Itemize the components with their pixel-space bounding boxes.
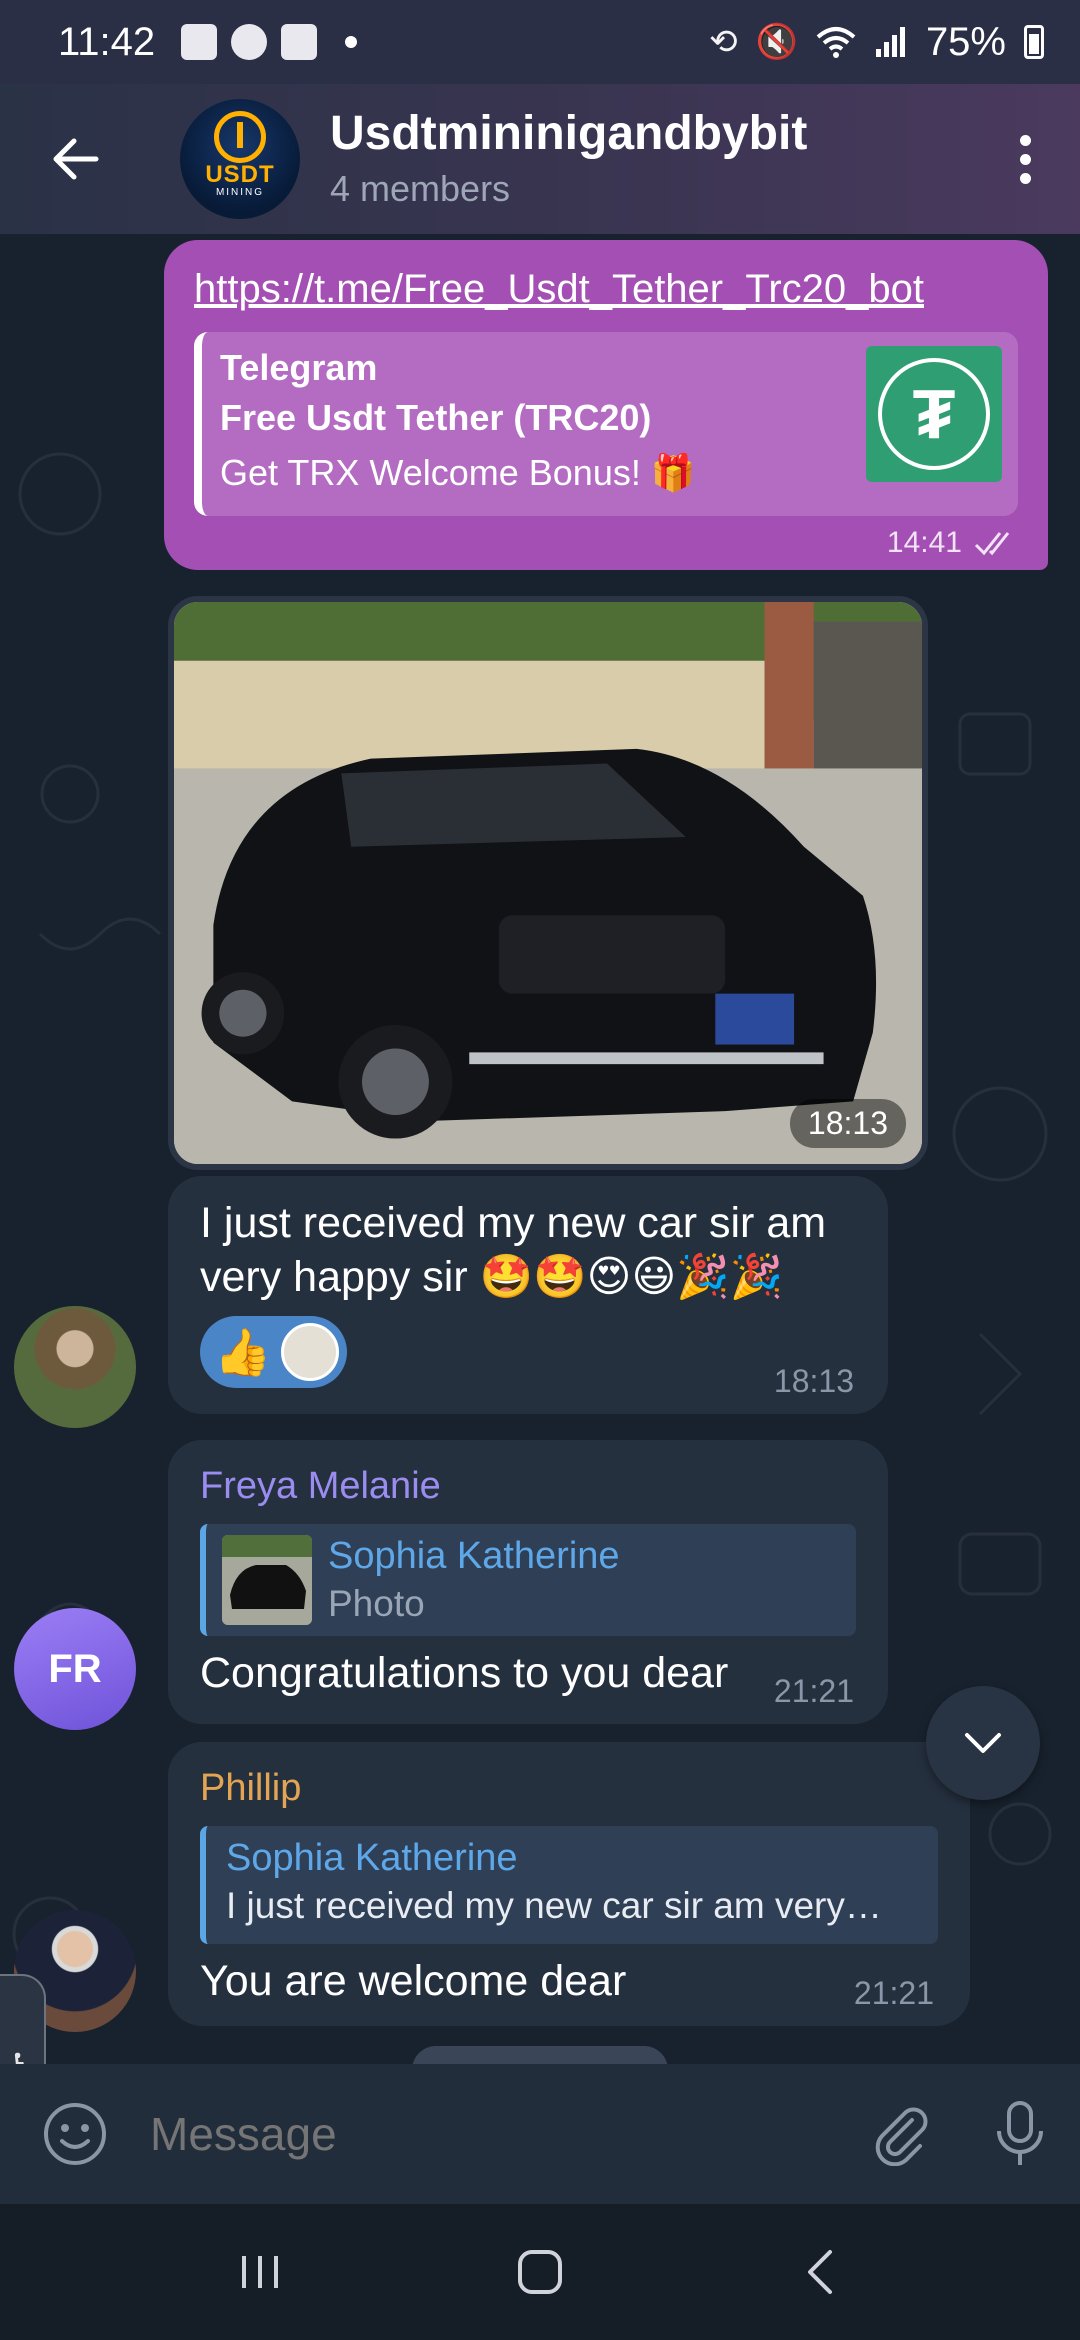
reply-content: Sophia Katherine Photo bbox=[328, 1532, 620, 1628]
recent-apps-icon bbox=[242, 2256, 278, 2288]
message-link[interactable]: https://t.me/Free_Usdt_Tether_Trc20_bot bbox=[194, 262, 1018, 316]
preview-thumbnail: ₮ bbox=[866, 346, 1002, 482]
reactor-avatar bbox=[281, 1323, 340, 1381]
notification-icons bbox=[181, 24, 358, 60]
reply-quote[interactable]: Sophia Katherine I just received my new … bbox=[200, 1826, 938, 1944]
dot bbox=[1019, 172, 1031, 184]
home-button[interactable] bbox=[480, 2222, 600, 2322]
chevron-down-icon bbox=[965, 1733, 1001, 1753]
battery-percent: 75% bbox=[925, 19, 1006, 64]
reply-snippet: Photo bbox=[328, 1583, 425, 1624]
emoji-button[interactable] bbox=[0, 2064, 150, 2204]
message-composer bbox=[0, 2064, 1080, 2204]
recent-apps-button[interactable] bbox=[200, 2222, 320, 2322]
smiley-icon bbox=[44, 2103, 106, 2165]
reply-snippet: I just received my new car sir am very… bbox=[226, 1885, 882, 1926]
date-chip bbox=[412, 2046, 668, 2064]
group-avatar[interactable]: USDT MINING bbox=[180, 99, 300, 219]
incoming-message[interactable]: I just received my new car sir am very h… bbox=[168, 1176, 888, 1414]
link-preview[interactable]: Telegram Free Usdt Tether (TRC20) Get TR… bbox=[194, 332, 1018, 516]
message-text: Congratulations to you dear bbox=[200, 1649, 729, 1697]
car-thumbnail bbox=[222, 1535, 312, 1625]
nav-back-button[interactable] bbox=[760, 2222, 880, 2322]
message-time: 18:13 bbox=[773, 1363, 854, 1399]
dot bbox=[1019, 134, 1031, 146]
scroll-to-bottom-button[interactable] bbox=[926, 1686, 1040, 1800]
sender-name[interactable]: Phillip bbox=[200, 1762, 938, 1814]
message-time: 21:21 bbox=[853, 1975, 934, 2011]
chat-info[interactable]: Usdtmininigandbybit 4 members bbox=[330, 106, 970, 212]
paperclip-icon bbox=[875, 2107, 928, 2166]
microphone-icon bbox=[997, 2101, 1043, 2165]
home-icon bbox=[518, 2250, 562, 2294]
status-bar: 11:42 ⟲ 🔇 75% bbox=[0, 0, 1080, 84]
thumbs-up-icon: 👍 bbox=[214, 1326, 272, 1378]
status-time: 11:42 bbox=[58, 19, 156, 64]
usdt-logo-icon bbox=[214, 111, 266, 163]
avatar-initials: FR bbox=[48, 1646, 102, 1691]
avatar-logo-subtext: MINING bbox=[215, 187, 265, 198]
tether-logo-icon: ₮ bbox=[878, 358, 990, 470]
reply-author: Sophia Katherine bbox=[226, 1837, 518, 1879]
message-text: You are welcome dear bbox=[200, 1957, 627, 2005]
message-time: 21:21 bbox=[773, 1673, 854, 1709]
system-icons: ⟲ 🔇 75% bbox=[709, 20, 1044, 65]
back-button[interactable] bbox=[0, 84, 150, 234]
dot bbox=[1019, 153, 1031, 165]
mute-icon: 🔇 bbox=[755, 23, 798, 61]
avatar-logo-text: USDT bbox=[205, 161, 275, 188]
reply-author: Sophia Katherine bbox=[328, 1535, 620, 1577]
voice-button[interactable] bbox=[960, 2064, 1080, 2204]
attach-button[interactable] bbox=[840, 2064, 960, 2204]
sender-avatar[interactable] bbox=[14, 1306, 136, 1428]
chat-title: Usdtmininigandbybit bbox=[330, 107, 808, 160]
chevron-left-icon bbox=[808, 2250, 832, 2294]
message-time: 14:41 bbox=[886, 526, 962, 559]
message-list[interactable]: https://t.me/Free_Usdt_Tether_Trc20_bot … bbox=[0, 234, 1080, 2064]
reply-thumbnail bbox=[222, 1535, 312, 1625]
more-notifications-icon bbox=[345, 36, 358, 48]
double-check-icon bbox=[974, 532, 1010, 556]
message-input[interactable] bbox=[150, 2107, 840, 2161]
gallery-icon bbox=[181, 24, 218, 60]
outgoing-message[interactable]: https://t.me/Free_Usdt_Tether_Trc20_bot … bbox=[164, 240, 1048, 570]
member-count: 4 members bbox=[330, 168, 511, 209]
photo-message[interactable]: 18:13 bbox=[168, 596, 928, 1170]
car-photo bbox=[174, 602, 922, 1164]
battery-icon bbox=[1024, 25, 1044, 59]
signal-icon bbox=[875, 27, 905, 57]
sender-name[interactable]: Freya Melanie bbox=[200, 1460, 856, 1512]
incoming-reply-message[interactable]: Freya Melanie Sophia Katherine Photo Con… bbox=[168, 1440, 888, 1724]
system-nav-bar bbox=[0, 2204, 1080, 2340]
arrow-left-icon bbox=[53, 138, 99, 180]
messenger-icon bbox=[231, 24, 268, 60]
more-options-button[interactable] bbox=[970, 84, 1080, 234]
reply-quote[interactable]: Sophia Katherine Photo bbox=[200, 1524, 856, 1636]
message-text: I just received my new car sir am very h… bbox=[200, 1199, 827, 1301]
message-meta: 14:41 bbox=[887, 526, 1018, 560]
chat-header: USDT MINING Usdtmininigandbybit 4 member… bbox=[0, 84, 1080, 234]
wifi-icon bbox=[816, 27, 856, 58]
sync-icon: ⟲ bbox=[709, 23, 738, 61]
sender-avatar-fr[interactable]: FR bbox=[14, 1608, 136, 1730]
app-notification-icon bbox=[281, 24, 318, 60]
reaction-chip[interactable]: 👍 bbox=[200, 1316, 348, 1388]
incoming-reply-message[interactable]: Phillip Sophia Katherine I just received… bbox=[168, 1742, 970, 2026]
photo-time: 18:13 bbox=[789, 1099, 906, 1148]
